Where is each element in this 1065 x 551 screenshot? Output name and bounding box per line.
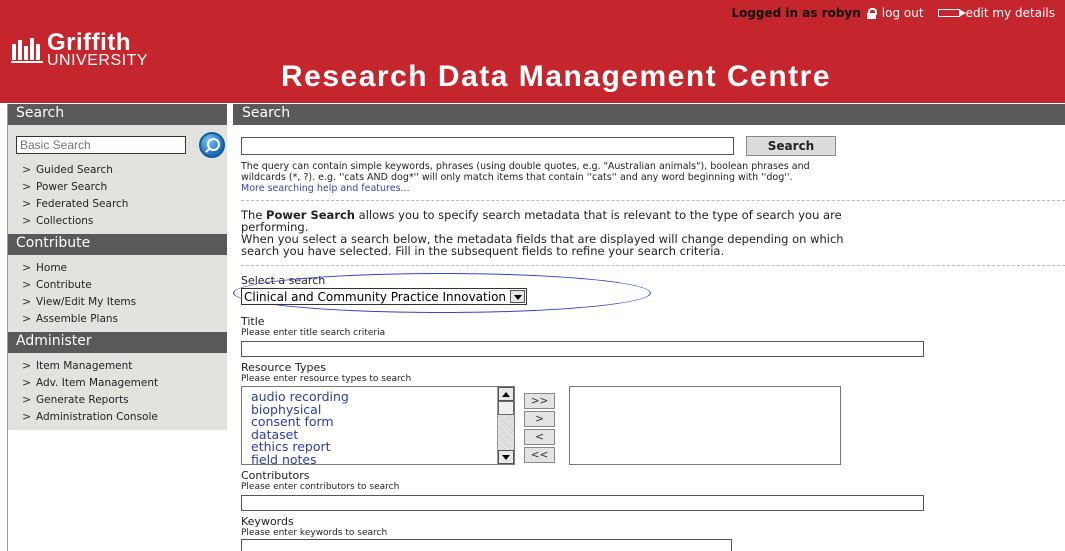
select-value: Clinical and Community Practice Innovati…: [244, 289, 507, 304]
chevron-right-icon: >: [22, 180, 32, 193]
sidebar-item-label: Administration Console: [36, 410, 158, 423]
sidebar-item-label: Guided Search: [36, 163, 113, 176]
chevron-right-icon: >: [22, 410, 32, 423]
intro-line4: search you have selected. Fill in the su…: [241, 244, 725, 258]
sidebar-item-item-management[interactable]: > Item Management: [8, 357, 227, 374]
sidebar-item-guided-search[interactable]: > Guided Search: [8, 161, 227, 178]
sidebar-item-administration-console[interactable]: > Administration Console: [8, 408, 227, 425]
remove-button[interactable]: <: [524, 429, 555, 445]
app-window: Logged in as robyn log out edit my detai…: [0, 0, 1065, 551]
listbox-scrollbar[interactable]: [497, 387, 514, 464]
contributors-label: Contributors: [241, 469, 310, 482]
resource-types-listbox[interactable]: audio recording biophysical consent form…: [241, 386, 515, 465]
sidebar-item-label: Adv. Item Management: [36, 376, 159, 389]
contributors-input[interactable]: [241, 494, 924, 511]
chevron-right-icon: >: [22, 393, 32, 406]
sidebar-item-assemble-plans[interactable]: > Assemble Plans: [8, 310, 227, 327]
logged-in-text: Logged in as robyn: [731, 6, 861, 20]
chevron-right-icon: >: [22, 359, 32, 372]
logo-line1: Griffith: [47, 29, 131, 56]
edit-details-link[interactable]: edit my details: [966, 6, 1055, 20]
search-button[interactable]: Search: [746, 136, 836, 156]
list-option[interactable]: field notes: [251, 453, 514, 464]
sidebar-item-power-search[interactable]: > Power Search: [8, 178, 227, 195]
sidebar-item-collections[interactable]: > Collections: [8, 212, 227, 229]
help-link[interactable]: More searching help and features...: [241, 183, 1065, 194]
scroll-down-icon[interactable]: [498, 450, 514, 464]
sidebar-contribute-section: Contribute > Home > Contribute > View/Edit …: [8, 234, 227, 332]
sidebar-heading-administer: Administer: [8, 332, 227, 353]
help-text-line1: The query can contain simple keywords, p…: [241, 161, 810, 172]
add-all-button[interactable]: >>: [524, 393, 555, 409]
sidebar: Search > Guided Search > Power Search > Fed…: [7, 104, 227, 551]
chevron-right-icon: >: [22, 163, 32, 176]
sidebar-item-label: Contribute: [36, 278, 92, 291]
sidebar-item-label: Item Management: [36, 359, 133, 372]
sidebar-administer-section: Administer > Item Management > Adv. Item M…: [8, 332, 227, 430]
sidebar-item-label: Home: [36, 261, 68, 274]
header-banner: Logged in as robyn log out edit my detai…: [0, 0, 1065, 103]
chevron-right-icon: >: [22, 214, 32, 227]
lock-icon: [866, 8, 877, 19]
chevron-right-icon: >: [22, 295, 32, 308]
selected-resource-types-listbox[interactable]: [569, 386, 841, 465]
sidebar-item-home[interactable]: > Home: [8, 259, 227, 276]
sidebar-heading-search: Search: [8, 104, 227, 125]
remove-all-button[interactable]: <<: [524, 447, 555, 463]
add-button[interactable]: >: [524, 411, 555, 427]
chevron-down-icon: [510, 290, 526, 303]
griffith-logo-icon: [11, 37, 43, 63]
sidebar-item-contribute[interactable]: > Contribute: [8, 276, 227, 293]
sidebar-item-label: Generate Reports: [36, 393, 129, 406]
intro-line1: The Power Search allows you to specify s…: [241, 209, 1065, 221]
title-input[interactable]: [241, 340, 924, 357]
title-hint: Please enter title search criteria: [241, 328, 386, 338]
site-title: Research Data Management Centre: [281, 60, 832, 93]
divider: [241, 200, 1065, 201]
chevron-right-icon: >: [22, 197, 32, 210]
sidebar-item-label: Collections: [36, 214, 94, 227]
sidebar-item-view-edit-items[interactable]: > View/Edit My Items: [8, 293, 227, 310]
keywords-input[interactable]: [241, 539, 732, 551]
sidebar-item-generate-reports[interactable]: > Generate Reports: [8, 391, 227, 408]
search-type-select[interactable]: Clinical and Community Practice Innovati…: [241, 288, 528, 305]
university-logo[interactable]: Griffith UNIVERSITY: [10, 29, 149, 69]
chevron-right-icon: >: [22, 376, 32, 389]
contributors-hint: Please enter contributors to search: [241, 482, 400, 492]
sidebar-item-label: Federated Search: [36, 197, 129, 210]
sidebar-item-label: Power Search: [36, 180, 108, 193]
keywords-hint: Please enter keywords to search: [241, 528, 388, 538]
keywords-label: Keywords: [241, 515, 294, 528]
main-heading: Search: [233, 104, 1065, 125]
query-input[interactable]: [241, 137, 734, 155]
chevron-right-icon: >: [22, 278, 32, 291]
sidebar-item-label: View/Edit My Items: [36, 295, 137, 308]
basic-search-input[interactable]: [16, 136, 186, 154]
resource-types-label: Resource Types: [241, 361, 326, 374]
scroll-thumb[interactable]: [498, 401, 514, 415]
sidebar-search-section: Search > Guided Search > Power Search > Fed…: [8, 104, 227, 234]
sidebar-item-federated-search[interactable]: > Federated Search: [8, 195, 227, 212]
scroll-up-icon[interactable]: [498, 387, 514, 401]
sidebar-item-label: Assemble Plans: [36, 312, 119, 325]
search-icon[interactable]: [199, 132, 225, 158]
logo-line2: UNIVERSITY: [47, 52, 149, 69]
sidebar-heading-contribute: Contribute: [8, 234, 227, 255]
chevron-right-icon: >: [22, 261, 32, 274]
resource-types-hint: Please enter resource types to search: [241, 374, 412, 384]
chevron-right-icon: >: [22, 312, 32, 325]
pencil-icon: [937, 9, 966, 17]
logout-link[interactable]: log out: [882, 6, 924, 20]
user-bar: Logged in as robyn log out edit my detai…: [731, 6, 1055, 20]
sidebar-item-adv-item-management[interactable]: > Adv. Item Management: [8, 374, 227, 391]
intro-post: allows you to specify search metadata th…: [355, 208, 842, 222]
help-text-line2: wildcards (*, ?). e.g. ''cats AND dog*''…: [241, 172, 793, 183]
main-content: Search The query can contain simple keyw…: [233, 125, 1065, 551]
divider: [241, 265, 1065, 266]
